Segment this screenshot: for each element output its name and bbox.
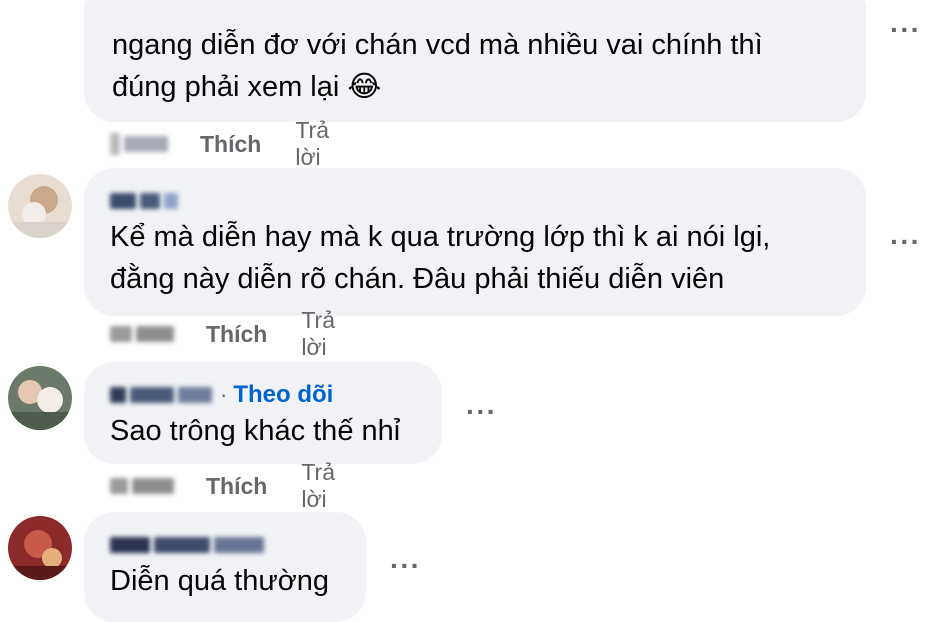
avatar[interactable] — [8, 366, 72, 430]
reply-button[interactable]: Trả lời — [295, 117, 329, 171]
more-options-icon[interactable]: ··· — [390, 552, 421, 580]
avatar[interactable] — [8, 516, 72, 580]
timestamp[interactable] — [110, 133, 172, 155]
reply-button[interactable]: Trả lời — [301, 307, 335, 361]
more-options-icon[interactable]: ··· — [890, 16, 921, 44]
comment-text: Kể mà diễn hay mà k qua trường lớp thì k… — [110, 221, 771, 295]
separator-dot: · — [220, 382, 228, 407]
comment-bubble: · Theo dõi Sao trông khác thế nhỉ — [84, 362, 442, 464]
timestamp[interactable] — [110, 478, 178, 494]
author-row: · Theo dõi — [110, 380, 442, 410]
comment-bubble: Kể mà diễn hay mà k qua trường lớp thì k… — [84, 168, 866, 316]
reply-button[interactable]: Trả lời — [301, 459, 335, 513]
follow-button[interactable]: Theo dõi — [233, 381, 333, 409]
comment-actions: Thích Trả lời — [110, 117, 329, 170]
author-name[interactable] — [110, 387, 216, 403]
laughing-emoji-icon: 😂 — [347, 71, 382, 103]
more-options-icon[interactable]: ··· — [890, 228, 921, 256]
more-options-icon[interactable]: ··· — [466, 398, 497, 426]
comment-bubble: ngang diễn đơ với chán vcd mà nhiều vai … — [84, 0, 866, 122]
like-button[interactable]: Thích — [206, 473, 267, 500]
author-name[interactable] — [110, 186, 866, 216]
author-name[interactable] — [110, 530, 366, 560]
timestamp[interactable] — [110, 326, 178, 342]
comment-text: Diễn quá thường — [110, 565, 330, 597]
comment-bubble: Diễn quá thường — [84, 512, 366, 622]
comment-text: ngang diễn đơ với chán vcd mà nhiều vai … — [112, 29, 763, 103]
comment-actions: Thích Trả lời — [110, 459, 335, 512]
like-button[interactable]: Thích — [200, 131, 261, 158]
comment-text: Sao trông khác thế nhỉ — [110, 415, 401, 447]
avatar[interactable] — [8, 174, 72, 238]
comment-actions: Thích Trả lời — [110, 307, 335, 360]
like-button[interactable]: Thích — [206, 321, 267, 348]
